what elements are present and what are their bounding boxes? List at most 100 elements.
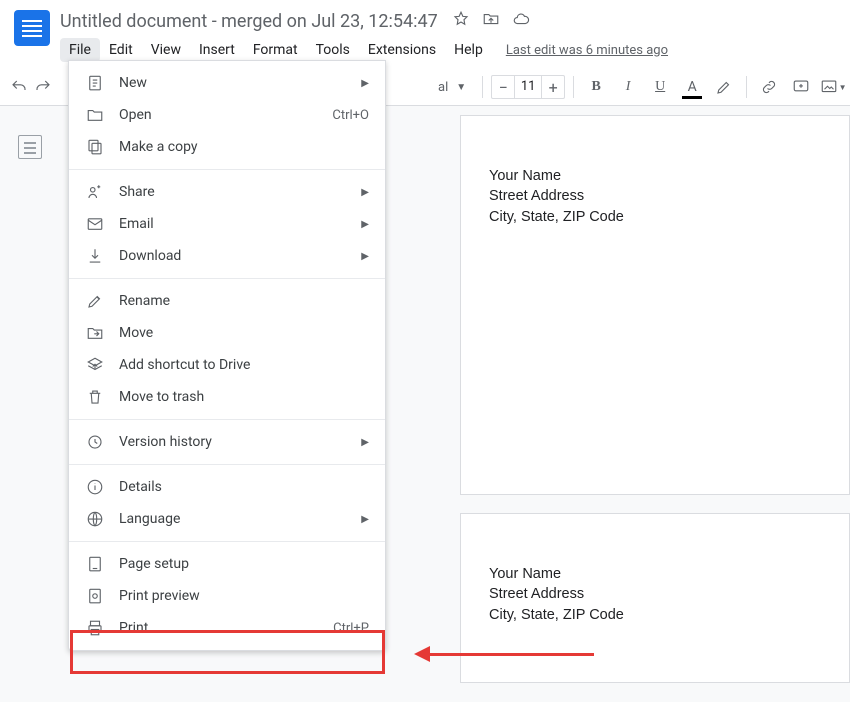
menu-item-label: Move <box>119 325 369 341</box>
bold-button[interactable]: B <box>582 73 610 101</box>
font-name-fragment[interactable]: al <box>438 80 448 95</box>
menu-shortcut: Ctrl+O <box>332 108 369 123</box>
last-edit-link[interactable]: Last edit was 6 minutes ago <box>506 43 668 58</box>
menu-item-label: Details <box>119 479 369 495</box>
file-menu-download[interactable]: Download▶ <box>69 240 385 272</box>
font-size-value[interactable]: 11 <box>514 76 542 98</box>
toolbar-separator <box>573 76 574 98</box>
menu-item-label: Page setup <box>119 556 369 572</box>
menu-separator <box>69 419 385 420</box>
shortcut-icon <box>85 355 105 375</box>
file-menu-dropdown: New▶OpenCtrl+OMake a copyShare▶Email▶Dow… <box>68 60 386 651</box>
copy-icon <box>85 137 105 157</box>
file-menu-email[interactable]: Email▶ <box>69 208 385 240</box>
menu-separator <box>69 169 385 170</box>
doc-line[interactable]: Street Address <box>489 186 821 206</box>
file-menu-version[interactable]: Version history▶ <box>69 426 385 458</box>
menu-extensions[interactable]: Extensions <box>359 38 445 62</box>
menu-item-label: Make a copy <box>119 139 369 155</box>
language-icon <box>85 509 105 529</box>
menu-shortcut: Ctrl+P <box>333 621 369 636</box>
rename-icon <box>85 291 105 311</box>
insert-link-button[interactable] <box>755 73 783 101</box>
menu-help[interactable]: Help <box>445 38 492 62</box>
menu-item-label: Version history <box>119 434 361 450</box>
submenu-arrow-icon: ▶ <box>361 251 369 262</box>
menu-item-label: Share <box>119 184 361 200</box>
submenu-arrow-icon: ▶ <box>361 437 369 448</box>
document-title[interactable]: Untitled document - merged on Jul 23, 12… <box>60 11 438 32</box>
font-size-stepper[interactable]: − 11 + <box>491 75 565 99</box>
text-color-button[interactable]: A <box>678 73 706 101</box>
share-icon <box>85 182 105 202</box>
menu-edit[interactable]: Edit <box>100 38 142 62</box>
file-menu-preview[interactable]: Print preview <box>69 580 385 612</box>
open-icon <box>85 105 105 125</box>
file-menu-details[interactable]: Details <box>69 471 385 503</box>
insert-image-button[interactable]: ▼ <box>819 73 847 101</box>
details-icon <box>85 477 105 497</box>
file-menu-open[interactable]: OpenCtrl+O <box>69 99 385 131</box>
star-icon[interactable] <box>452 10 470 32</box>
doc-line[interactable]: City, State, ZIP Code <box>489 605 821 625</box>
toolbar-separator <box>746 76 747 98</box>
menu-item-label: New <box>119 75 361 91</box>
menu-item-label: Add shortcut to Drive <box>119 357 369 373</box>
file-menu-shortcut[interactable]: Add shortcut to Drive <box>69 349 385 381</box>
file-menu-move[interactable]: Move <box>69 317 385 349</box>
move-icon <box>85 323 105 343</box>
add-comment-button[interactable] <box>787 73 815 101</box>
submenu-arrow-icon: ▶ <box>361 219 369 230</box>
italic-button[interactable]: I <box>614 73 642 101</box>
doc-line[interactable]: Your Name <box>489 564 821 584</box>
file-menu-share[interactable]: Share▶ <box>69 176 385 208</box>
submenu-arrow-icon: ▶ <box>361 78 369 89</box>
outline-toggle-icon[interactable] <box>18 135 42 159</box>
menu-file[interactable]: File <box>60 38 100 62</box>
file-menu-print[interactable]: PrintCtrl+P <box>69 612 385 644</box>
file-menu-new[interactable]: New▶ <box>69 67 385 99</box>
download-icon <box>85 246 105 266</box>
underline-button[interactable]: U <box>646 73 674 101</box>
menu-tools[interactable]: Tools <box>307 38 359 62</box>
file-menu-copy[interactable]: Make a copy <box>69 131 385 163</box>
doc-line[interactable]: Your Name <box>489 166 821 186</box>
pagesetup-icon <box>85 554 105 574</box>
menu-item-label: Language <box>119 511 361 527</box>
menu-item-label: Move to trash <box>119 389 369 405</box>
file-menu-language[interactable]: Language▶ <box>69 503 385 535</box>
menu-item-label: Rename <box>119 293 369 309</box>
document-page[interactable]: Your Name Street Address City, State, ZI… <box>460 513 850 683</box>
menu-item-label: Print preview <box>119 588 369 604</box>
cloud-status-icon[interactable] <box>512 10 530 32</box>
menu-item-label: Email <box>119 216 361 232</box>
menu-item-label: Print <box>119 620 333 636</box>
highlight-button[interactable] <box>710 73 738 101</box>
font-size-decrease[interactable]: − <box>492 78 514 97</box>
submenu-arrow-icon: ▶ <box>361 514 369 525</box>
file-menu-rename[interactable]: Rename <box>69 285 385 317</box>
menu-format[interactable]: Format <box>244 38 307 62</box>
file-menu-trash[interactable]: Move to trash <box>69 381 385 413</box>
undo-button[interactable] <box>10 73 28 101</box>
font-size-increase[interactable]: + <box>542 78 564 97</box>
document-page[interactable]: Your Name Street Address City, State, ZI… <box>460 115 850 495</box>
menu-view[interactable]: View <box>142 38 190 62</box>
preview-icon <box>85 586 105 606</box>
menu-separator <box>69 278 385 279</box>
menu-separator <box>69 541 385 542</box>
doc-line[interactable]: City, State, ZIP Code <box>489 207 821 227</box>
redo-button[interactable] <box>34 73 52 101</box>
new-icon <box>85 73 105 93</box>
doc-line[interactable]: Street Address <box>489 584 821 604</box>
menu-insert[interactable]: Insert <box>190 38 244 62</box>
menu-item-label: Open <box>119 107 332 123</box>
docs-logo-icon[interactable] <box>14 10 50 46</box>
file-menu-pagesetup[interactable]: Page setup <box>69 548 385 580</box>
version-icon <box>85 432 105 452</box>
move-icon[interactable] <box>482 10 500 32</box>
menu-item-label: Download <box>119 248 361 264</box>
menu-separator <box>69 464 385 465</box>
chevron-down-icon[interactable]: ▼ <box>456 82 466 93</box>
toolbar-separator <box>482 76 483 98</box>
